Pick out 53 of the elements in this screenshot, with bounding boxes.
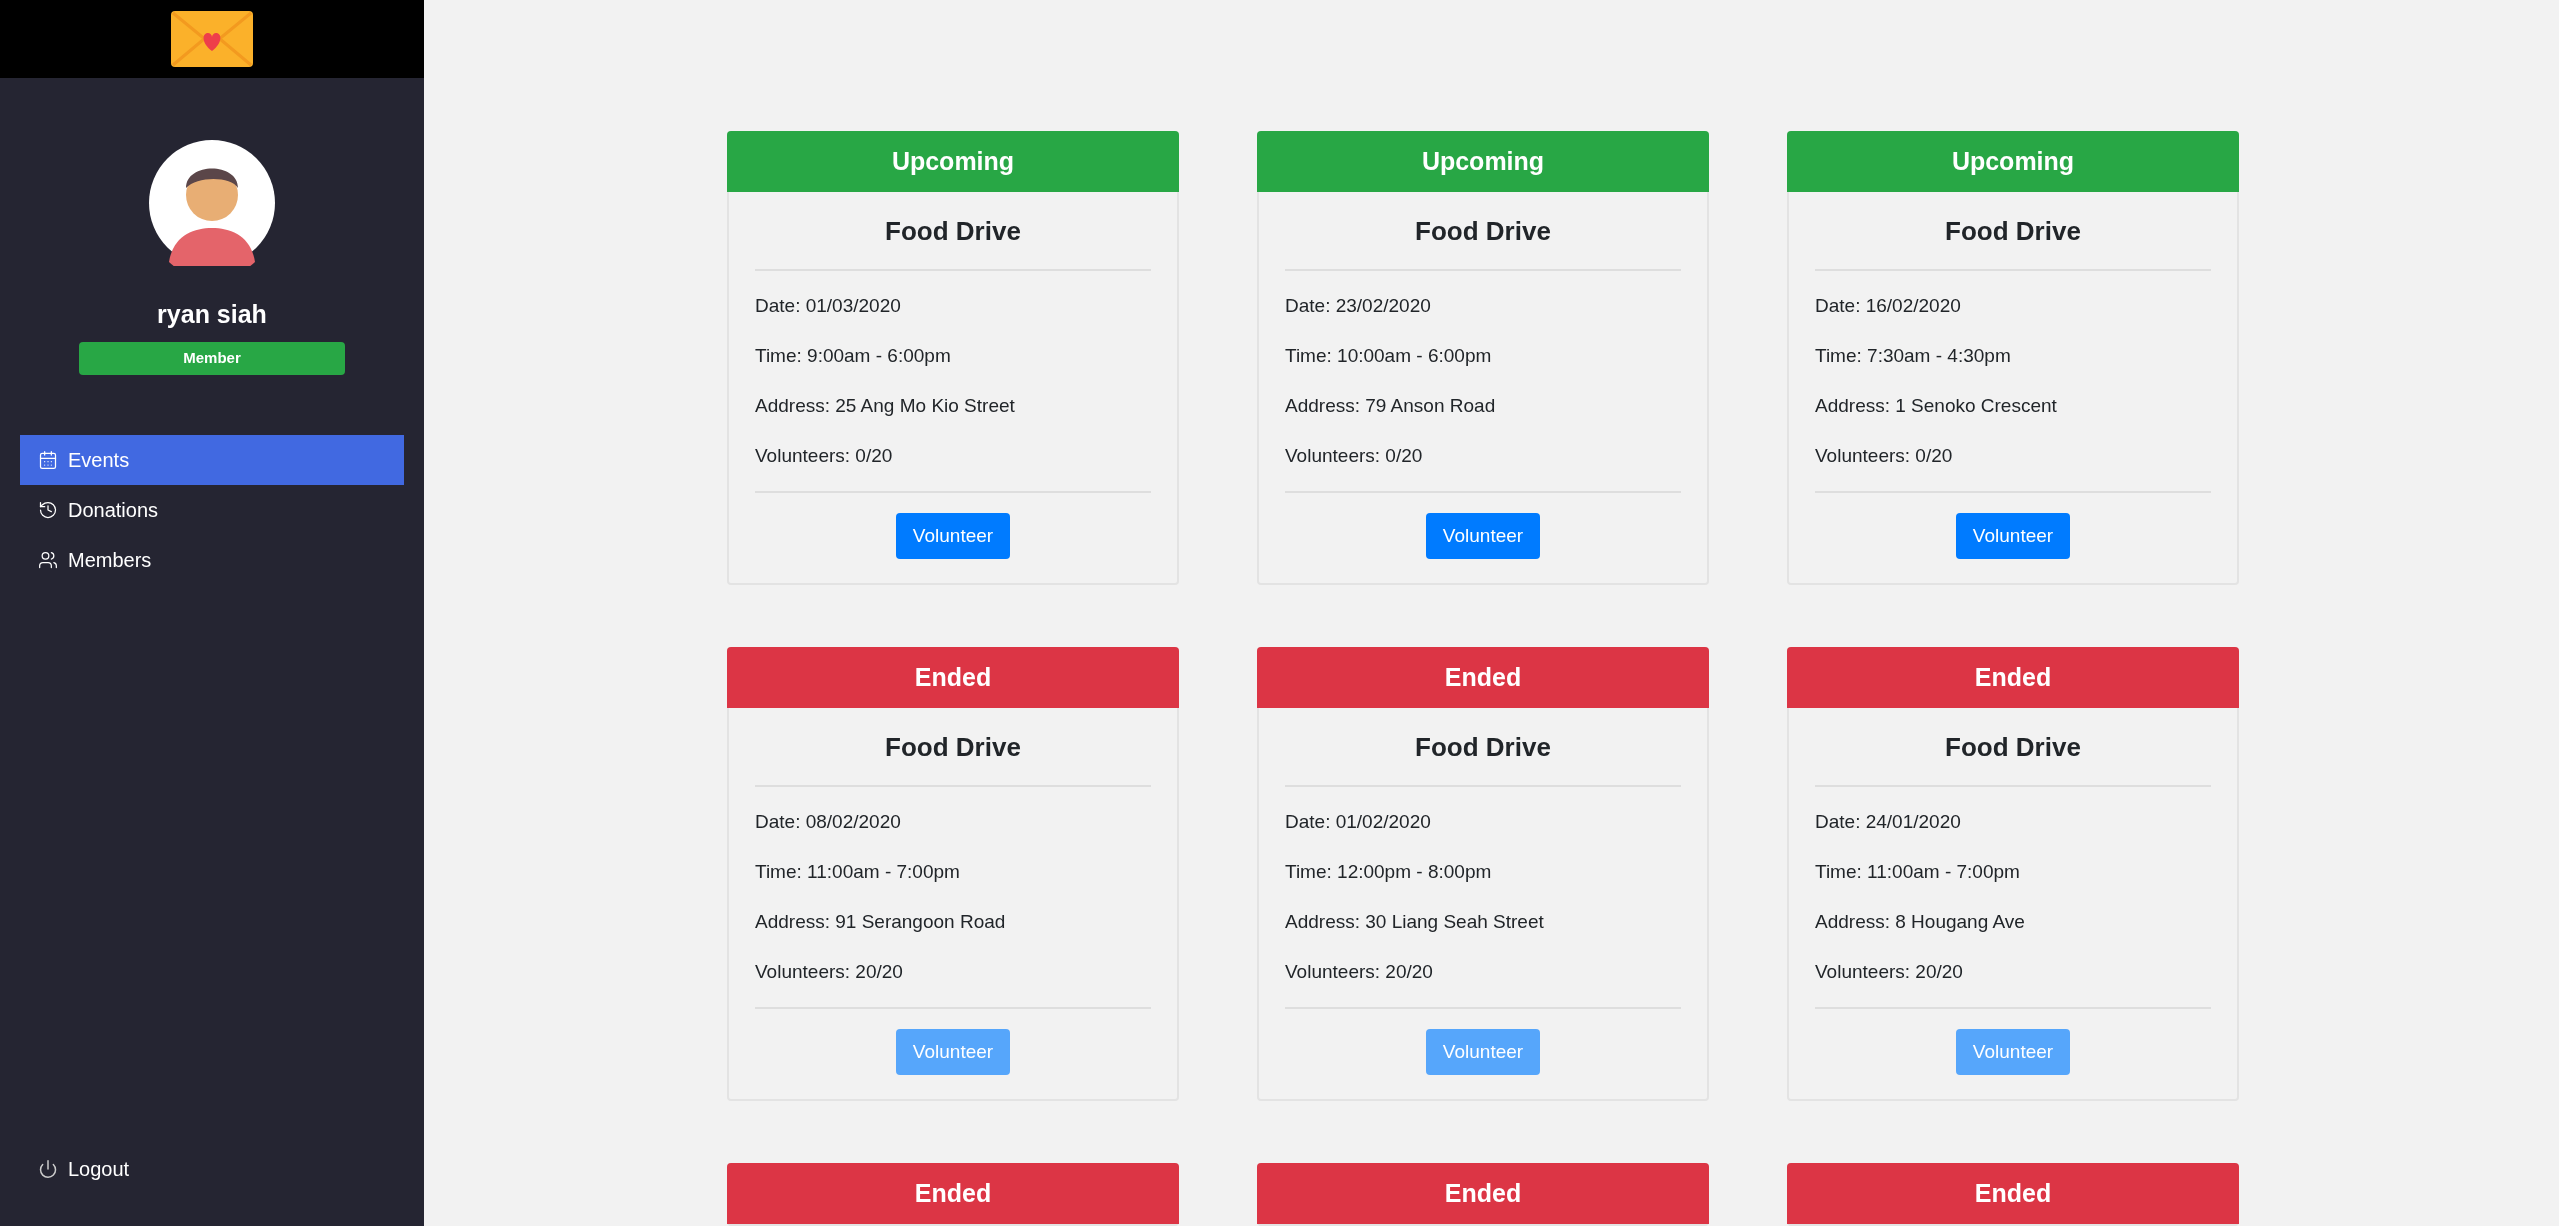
history-icon <box>38 499 58 520</box>
event-title: Food Drive <box>755 708 1151 787</box>
event-detail: Date: 01/02/2020 <box>1285 810 1432 834</box>
event-detail: Address: 91 Serangoon Road <box>755 910 1007 934</box>
event-detail: Time: 11:00am - 7:00pm <box>1815 860 2021 884</box>
role-badge: Member <box>79 341 345 375</box>
status-header: Ended <box>1787 647 2239 708</box>
status-header: Upcoming <box>727 131 1179 192</box>
status-header: Upcoming <box>1257 131 1709 192</box>
logout-link[interactable]: Logout <box>0 1154 424 1184</box>
event-detail: Volunteers: 20/20 <box>1285 960 1434 984</box>
status-header: Ended <box>1257 647 1709 708</box>
event-detail: Time: 11:00am - 7:00pm <box>755 860 961 884</box>
event-detail: Volunteers: 20/20 <box>755 960 904 984</box>
event-detail: Date: 23/02/2020 <box>1285 294 1432 318</box>
event-detail: Volunteers: 20/20 <box>1815 960 1964 984</box>
event-detail: Volunteers: 0/20 <box>1285 444 1424 468</box>
power-icon <box>38 1159 58 1179</box>
nav-item[interactable]: Members <box>20 534 404 585</box>
calendar-icon <box>38 449 58 470</box>
event-detail: Time: 12:00pm - 8:00pm <box>1285 860 1493 884</box>
event-title: Food Drive <box>1815 708 2211 787</box>
event-title: Food Drive <box>1285 708 1681 787</box>
event-detail: Time: 9:00am - 6:00pm <box>755 344 952 368</box>
event-detail: Date: 01/03/2020 <box>755 294 902 318</box>
status-header: Ended <box>727 647 1179 708</box>
status-header: Upcoming <box>1787 131 2239 192</box>
event-detail: Date: 24/01/2020 <box>1815 810 1962 834</box>
event-detail: Address: 1 Senoko Crescent <box>1815 394 2058 418</box>
event-title: Food Drive <box>755 192 1151 271</box>
nav-item[interactable]: Events <box>20 434 404 485</box>
event-detail: Address: 79 Anson Road <box>1285 394 1497 418</box>
event-detail: Date: 08/02/2020 <box>755 810 902 834</box>
status-header: Ended <box>1787 1163 2239 1224</box>
event-detail: Address: 8 Hougang Ave <box>1815 910 2026 934</box>
event-title: Food Drive <box>1285 192 1681 271</box>
event-detail: Address: 30 Liang Seah Street <box>1285 910 1545 934</box>
users-icon <box>38 549 58 570</box>
volunteer-button[interactable]: Volunteer <box>895 513 1011 559</box>
status-header: Ended <box>1257 1163 1709 1224</box>
event-detail: Address: 25 Ang Mo Kio Street <box>755 394 1016 418</box>
event-detail: Volunteers: 0/20 <box>1815 444 1954 468</box>
event-detail: Volunteers: 0/20 <box>755 444 894 468</box>
envelope-heart-icon <box>171 11 253 67</box>
user-name: ryan siah <box>157 299 267 330</box>
event-detail: Time: 10:00am - 6:00pm <box>1285 344 1493 368</box>
event-detail: Date: 16/02/2020 <box>1815 294 1962 318</box>
event-title: Food Drive <box>1815 192 2211 271</box>
nav-item[interactable]: Donations <box>20 484 404 535</box>
event-detail: Time: 7:30am - 4:30pm <box>1815 344 2012 368</box>
volunteer-button[interactable]: Volunteer <box>1955 513 2071 559</box>
status-header: Ended <box>727 1163 1179 1224</box>
volunteer-button[interactable]: Volunteer <box>1425 513 1541 559</box>
